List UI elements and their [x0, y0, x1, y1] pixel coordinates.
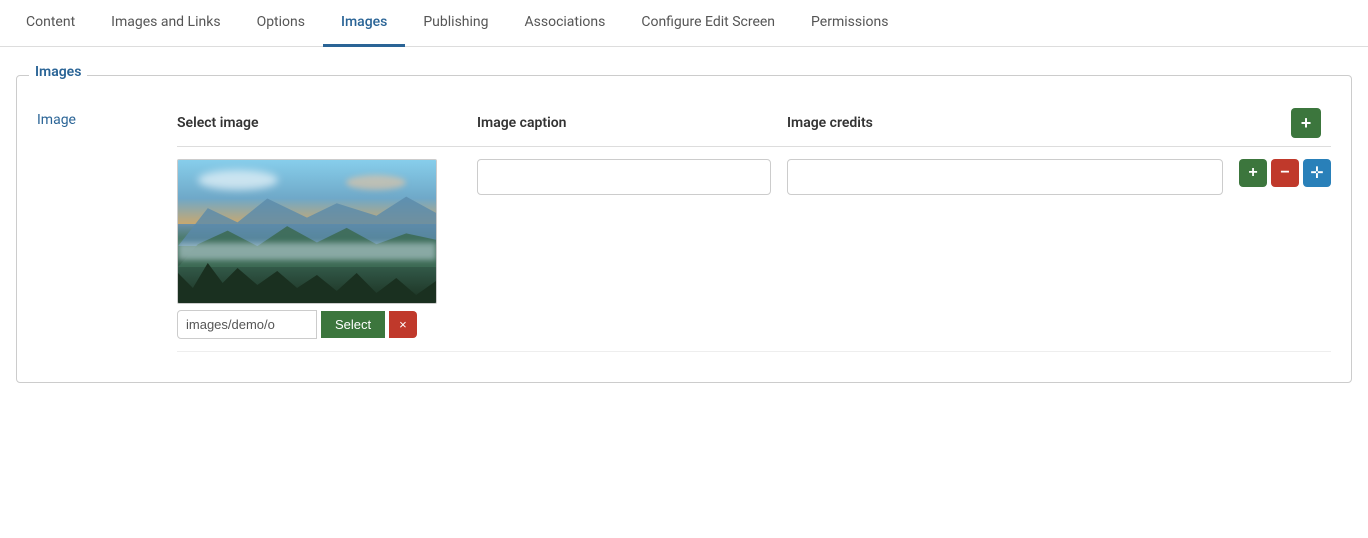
content-area: Images Image Select image Image caption …	[0, 47, 1368, 403]
row-move-button[interactable]: ✛	[1303, 159, 1331, 187]
select-image-column: Select ×	[177, 159, 477, 339]
cloud-1	[198, 170, 278, 190]
foreground-svg	[178, 253, 436, 303]
tabs-bar: ContentImages and LinksOptionsImagesPubl…	[0, 0, 1368, 47]
file-path-row: Select ×	[177, 310, 477, 339]
add-image-row-button[interactable]: +	[1291, 108, 1321, 138]
caption-input[interactable]	[477, 159, 771, 195]
image-label: Image	[37, 108, 177, 128]
file-path-input[interactable]	[177, 310, 317, 339]
tab-content[interactable]: Content	[8, 0, 93, 47]
image-table-header: Select image Image caption Image credits…	[177, 108, 1331, 147]
tab-publishing[interactable]: Publishing	[405, 0, 506, 47]
tab-associations[interactable]: Associations	[507, 0, 624, 47]
image-section: Image Select image Image caption Image c…	[37, 108, 1331, 352]
tab-images-and-links[interactable]: Images and Links	[93, 0, 238, 47]
tab-images[interactable]: Images	[323, 0, 405, 47]
col-header-select-image: Select image	[177, 115, 477, 131]
col-header-credits: Image credits	[787, 115, 1291, 131]
row-remove-button[interactable]: −	[1271, 159, 1299, 187]
credits-column	[787, 159, 1239, 195]
col-header-caption: Image caption	[477, 115, 787, 131]
row-add-button[interactable]: +	[1239, 159, 1267, 187]
select-image-button[interactable]: Select	[321, 311, 385, 338]
col-actions-header: +	[1291, 108, 1331, 138]
tab-permissions[interactable]: Permissions	[793, 0, 906, 47]
caption-column	[477, 159, 787, 195]
image-content: Select image Image caption Image credits…	[177, 108, 1331, 352]
image-thumbnail	[178, 160, 436, 303]
fieldset-legend: Images	[29, 64, 87, 80]
clear-image-button[interactable]: ×	[389, 311, 417, 338]
row-actions: + − ✛	[1239, 159, 1331, 187]
image-thumbnail-wrapper	[177, 159, 437, 304]
credits-input[interactable]	[787, 159, 1223, 195]
images-fieldset: Images Image Select image Image caption …	[16, 75, 1352, 383]
tab-configure-edit-screen[interactable]: Configure Edit Screen	[623, 0, 793, 47]
image-row: Select × + −	[177, 147, 1331, 352]
tab-options[interactable]: Options	[239, 0, 323, 47]
